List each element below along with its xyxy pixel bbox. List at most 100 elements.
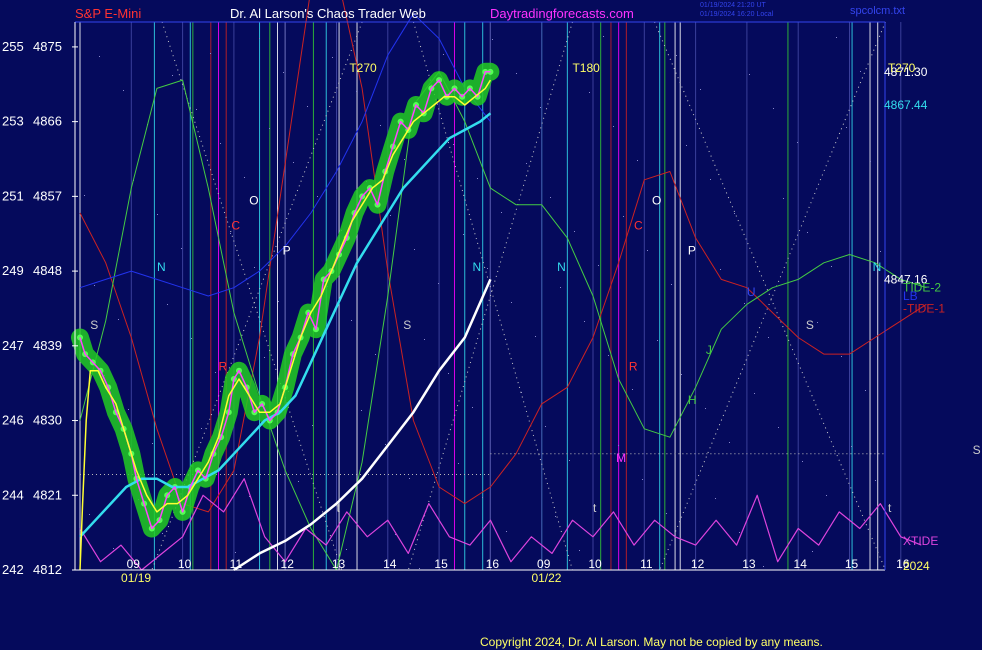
background-dot (438, 283, 439, 284)
cycle-label: O (249, 194, 258, 208)
background-dot (526, 163, 527, 164)
background-dot (220, 143, 221, 144)
x-tick-label: 10 (178, 557, 192, 571)
legend-entry: XTIDE (903, 534, 938, 548)
dotted-cycle-line (412, 21, 573, 571)
background-dot (380, 125, 381, 126)
y-tick-label-left: 251 (2, 188, 24, 203)
background-dot (681, 374, 682, 375)
x-tick-label: 13 (332, 557, 346, 571)
cycle-label: N (873, 260, 882, 274)
background-dot (118, 319, 119, 320)
background-dot (613, 126, 614, 127)
background-dot (836, 37, 837, 38)
background-dot (128, 409, 129, 410)
background-dot (361, 410, 362, 411)
chart-left-title: S&P E-Mini (75, 6, 141, 21)
y-tick-label-right: 4830 (33, 413, 62, 428)
background-dot (647, 250, 648, 251)
background-dot (123, 90, 124, 91)
background-dot (608, 355, 609, 356)
background-dot (870, 161, 871, 162)
y-tick-label-right: 4866 (33, 114, 62, 129)
background-dot (865, 390, 866, 391)
background-dot (841, 356, 842, 357)
background-dot (443, 54, 444, 55)
background-dot (414, 249, 415, 250)
cycle-vertical-lines (79, 22, 902, 570)
background-dot (676, 55, 677, 56)
background-dot (264, 357, 265, 358)
legend-entry: 2024 (903, 559, 930, 573)
background-dot (734, 213, 735, 214)
background-dot (307, 106, 308, 107)
background-dot (472, 407, 473, 408)
background-dot (487, 268, 488, 269)
right-value-label: 4867.44 (884, 98, 928, 112)
x-tick-label: 16 (486, 557, 500, 571)
background-dot (637, 160, 638, 161)
background-dot (317, 196, 318, 197)
background-dot (191, 338, 192, 339)
background-dot (404, 159, 405, 160)
x-tick-label: 12 (691, 557, 705, 571)
background-dot (749, 74, 750, 75)
background-dot (812, 551, 813, 552)
background-dot (269, 128, 270, 129)
background-dot (880, 251, 881, 252)
y-tick-label-left: 244 (2, 487, 24, 502)
cycle-label: t (593, 501, 597, 515)
background-dot (157, 214, 158, 215)
background-dot (99, 56, 100, 57)
background-dot (235, 552, 236, 553)
background-dot (584, 321, 585, 322)
series-tide1 (79, 0, 927, 513)
background-dot (181, 248, 182, 249)
legend-entry: -TIDE-1 (903, 301, 945, 315)
cycle-label: S (90, 318, 98, 332)
background-dot (210, 53, 211, 54)
background-dot (278, 301, 279, 302)
background-dot (710, 179, 711, 180)
background-dot (516, 73, 517, 74)
cycle-label: P (688, 243, 696, 257)
background-dot (817, 322, 818, 323)
background-dot (589, 92, 590, 93)
cycle-label: T270 (349, 61, 377, 75)
background-dot (89, 514, 90, 515)
background-dot (618, 445, 619, 446)
cycle-label: P (283, 243, 291, 257)
background-dot (298, 481, 299, 482)
cycle-label: N (557, 260, 566, 274)
y-tick-label-right: 4875 (33, 39, 62, 54)
y-tick-label-left: 253 (2, 114, 24, 129)
background-dot (540, 107, 541, 108)
chart-canvas: 242 4812 244 4821 246 4830 247 4839 249 4848 251 48… (2, 0, 981, 649)
background-dot (686, 145, 687, 146)
cycle-label: O (652, 194, 661, 208)
y-tick-label-left: 255 (2, 39, 24, 54)
x-tick-label: 12 (281, 557, 295, 571)
background-dot (545, 426, 546, 427)
site-link[interactable]: Daytradingforecasts.com (490, 6, 634, 21)
background-dot (671, 284, 672, 285)
x-tick-label: 10 (588, 557, 602, 571)
background-dot (797, 142, 798, 143)
cycle-label: S (806, 318, 814, 332)
background-dot (579, 550, 580, 551)
background-dot (244, 177, 245, 178)
background-dot (356, 91, 357, 92)
background-dot (448, 373, 449, 374)
background-dot (385, 444, 386, 445)
x-tick-label: 13 (742, 557, 756, 571)
annotation-layer: 4871.304867.444847.16T270 T180 T270OCPNSRS… (90, 61, 980, 573)
background-dot (783, 198, 784, 199)
background-dot (720, 269, 721, 270)
background-dot (419, 568, 420, 569)
background-dot (162, 533, 163, 534)
background-dot (501, 212, 502, 213)
x-tick-label: 09 (127, 557, 141, 571)
background-dot (550, 197, 551, 198)
background-dot (152, 443, 153, 444)
cycle-label: M (616, 451, 626, 465)
